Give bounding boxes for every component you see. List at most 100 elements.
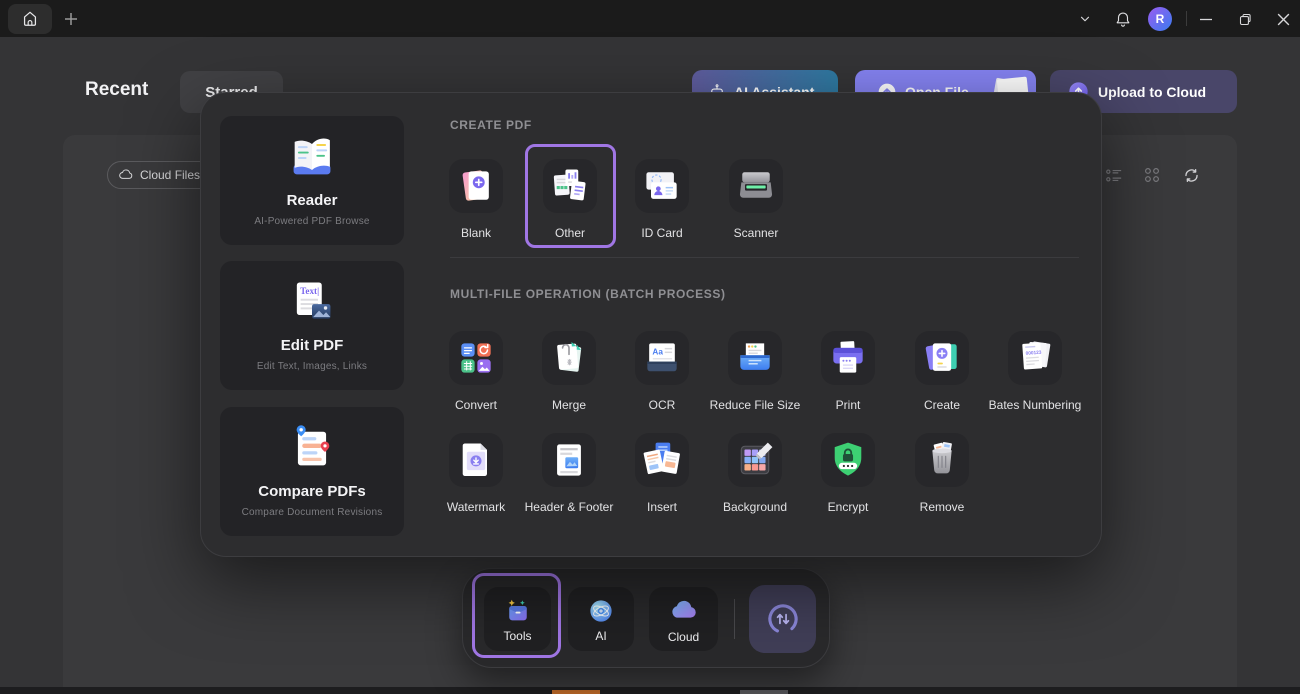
titlebar-separator bbox=[1186, 11, 1187, 26]
title-bar: R bbox=[0, 0, 1300, 37]
dock-ai-button[interactable]: AI bbox=[568, 587, 634, 651]
blank-icon bbox=[454, 164, 498, 208]
dock-separator bbox=[734, 599, 735, 639]
print-label: Print bbox=[836, 398, 861, 412]
bates-numbering-label: Bates Numbering bbox=[989, 398, 1082, 412]
restore-icon bbox=[1238, 12, 1253, 27]
header-footer-icon bbox=[547, 438, 591, 482]
dock-sync-button[interactable] bbox=[749, 585, 816, 653]
edit-pdf-card[interactable]: Text| Edit PDF Edit Text, Images, Links bbox=[220, 261, 404, 390]
edit-pdf-title: Edit PDF bbox=[281, 337, 344, 354]
ocr-label: OCR bbox=[649, 398, 676, 412]
header-footer-label: Header & Footer bbox=[525, 500, 614, 514]
remove-icon bbox=[920, 438, 964, 482]
svg-text:Text|: Text| bbox=[300, 286, 319, 296]
user-avatar[interactable]: R bbox=[1148, 7, 1172, 31]
scanner-label: Scanner bbox=[734, 226, 779, 240]
plus-icon bbox=[64, 12, 78, 26]
convert-icon bbox=[454, 336, 498, 380]
reader-subtitle: AI-Powered PDF Browse bbox=[254, 216, 369, 227]
blank-label: Blank bbox=[461, 226, 491, 240]
minimize-icon bbox=[1199, 12, 1213, 26]
chevron-down-icon bbox=[1078, 12, 1092, 26]
other-label: Other bbox=[555, 226, 585, 240]
list-view-icon bbox=[1105, 166, 1124, 185]
print-icon bbox=[826, 336, 870, 380]
grid-view-button[interactable] bbox=[1142, 165, 1162, 185]
maximize-button[interactable] bbox=[1235, 9, 1255, 29]
new-tab-button[interactable] bbox=[60, 8, 82, 30]
bell-icon bbox=[1114, 10, 1132, 28]
insert-label: Insert bbox=[647, 500, 677, 514]
bottom-dock: Tools AI Cloud bbox=[462, 568, 830, 668]
create-item-scanner[interactable]: Scanner bbox=[701, 159, 811, 240]
reader-card[interactable]: Reader AI-Powered PDF Browse bbox=[220, 116, 404, 245]
other-icon bbox=[548, 164, 592, 208]
ocr-icon: Aa bbox=[640, 336, 684, 380]
bates-numbering-icon: 000123 bbox=[1013, 336, 1057, 380]
watermark-label: Watermark bbox=[447, 500, 505, 514]
reader-title: Reader bbox=[287, 192, 338, 209]
os-taskbar-strip bbox=[0, 687, 1300, 694]
cloud-files-chip[interactable]: Cloud Files bbox=[107, 161, 214, 189]
scanner-icon bbox=[734, 164, 778, 208]
dock-tools-button[interactable]: Tools bbox=[484, 587, 551, 651]
dock-cloud-button[interactable]: Cloud bbox=[649, 587, 718, 651]
tools-icon bbox=[503, 596, 533, 626]
home-tab[interactable] bbox=[8, 4, 52, 34]
cloud-files-icon bbox=[118, 167, 134, 183]
encrypt-icon bbox=[826, 438, 870, 482]
batch-item-bates-numbering[interactable]: 000123 Bates Numbering bbox=[980, 331, 1090, 412]
compare-pdfs-card[interactable]: Compare PDFs Compare Document Revisions bbox=[220, 407, 404, 536]
create-icon bbox=[920, 336, 964, 380]
ai-label: AI bbox=[595, 629, 606, 643]
insert-icon bbox=[640, 438, 684, 482]
convert-label: Convert bbox=[455, 398, 497, 412]
home-icon bbox=[20, 9, 40, 29]
background-icon bbox=[733, 438, 777, 482]
ai-icon bbox=[586, 596, 616, 626]
svg-text:000123: 000123 bbox=[1025, 350, 1042, 357]
close-icon bbox=[1276, 12, 1291, 27]
tab-recent[interactable]: Recent bbox=[85, 79, 148, 101]
list-view-button[interactable] bbox=[1104, 165, 1124, 185]
create-label: Create bbox=[924, 398, 960, 412]
tools-popup: Reader AI-Powered PDF Browse Text| Edit … bbox=[200, 92, 1102, 557]
id-card-icon bbox=[640, 164, 684, 208]
remove-label: Remove bbox=[920, 500, 965, 514]
batch-header: MULTI-FILE OPERATION (BATCH PROCESS) bbox=[450, 287, 726, 301]
sync-progress-icon bbox=[762, 598, 804, 640]
app-window: R Recent Starred AI Assistant bbox=[0, 0, 1300, 694]
dropdown-chevron-button[interactable] bbox=[1075, 9, 1095, 29]
encrypt-label: Encrypt bbox=[828, 500, 869, 514]
merge-label: Merge bbox=[552, 398, 586, 412]
batch-item-remove[interactable]: Remove bbox=[887, 433, 997, 514]
id-card-label: ID Card bbox=[641, 226, 682, 240]
cloud-icon bbox=[668, 595, 700, 627]
reduce-file-size-label: Reduce File Size bbox=[710, 398, 801, 412]
taskbar-app-orange[interactable] bbox=[552, 690, 600, 694]
watermark-icon bbox=[454, 438, 498, 482]
create-pdf-header: CREATE PDF bbox=[450, 118, 532, 132]
upload-to-cloud-label: Upload to Cloud bbox=[1098, 84, 1206, 100]
grid-view-icon bbox=[1143, 166, 1161, 184]
svg-text:Aa: Aa bbox=[652, 347, 663, 356]
close-button[interactable] bbox=[1273, 9, 1293, 29]
compare-pdfs-title: Compare PDFs bbox=[258, 483, 366, 500]
reduce-file-size-icon bbox=[733, 336, 777, 380]
compare-pdfs-icon bbox=[286, 422, 338, 474]
minimize-button[interactable] bbox=[1196, 9, 1216, 29]
taskbar-app-gray[interactable] bbox=[740, 690, 788, 694]
refresh-button[interactable] bbox=[1181, 165, 1201, 185]
background-label: Background bbox=[723, 500, 787, 514]
compare-pdfs-subtitle: Compare Document Revisions bbox=[242, 507, 383, 518]
refresh-icon bbox=[1182, 166, 1201, 185]
reader-icon bbox=[286, 131, 338, 183]
cloud-files-label: Cloud Files bbox=[140, 168, 200, 182]
merge-icon bbox=[547, 336, 591, 380]
section-divider bbox=[450, 257, 1079, 258]
edit-pdf-icon: Text| bbox=[286, 276, 338, 328]
notifications-button[interactable] bbox=[1113, 9, 1133, 29]
cloud-label: Cloud bbox=[668, 630, 699, 644]
edit-pdf-subtitle: Edit Text, Images, Links bbox=[257, 361, 367, 372]
